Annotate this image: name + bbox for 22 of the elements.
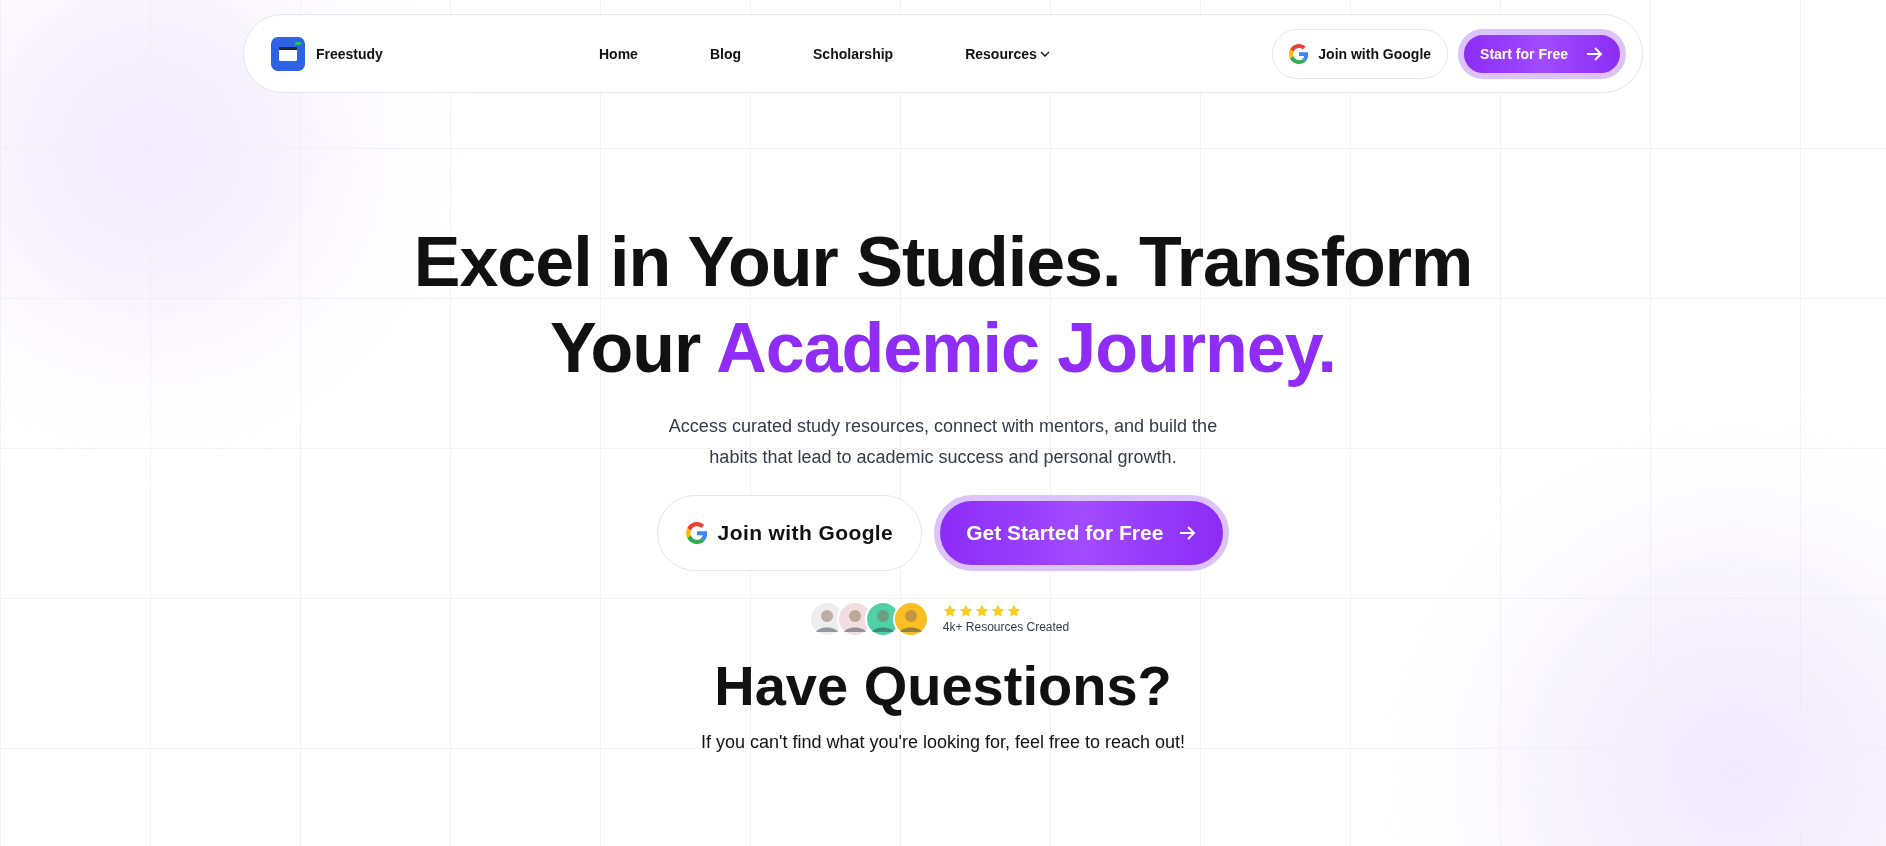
star-icon — [990, 604, 1005, 618]
google-icon — [1289, 43, 1310, 64]
nav-link[interactable]: Resources — [965, 45, 1050, 62]
star-icon — [1006, 604, 1021, 618]
star-icon — [942, 604, 957, 618]
nav-link[interactable]: Scholarship — [813, 45, 894, 62]
nav-link[interactable]: Home — [599, 45, 638, 62]
get-started-button[interactable]: Get Started for Free — [934, 495, 1230, 571]
google-sign-in-button[interactable]: Join with Google — [1272, 28, 1449, 79]
start-for-free-button[interactable]: Start for Free — [1458, 28, 1626, 79]
star-icon — [974, 604, 989, 618]
app-logo-icon[interactable] — [271, 36, 305, 71]
faq-description: If you can't find what you're looking for, feel free to reach out! — [700, 732, 1186, 753]
google-icon — [685, 522, 708, 544]
star-icon — [958, 604, 973, 618]
brand-name[interactable]: Freestudy — [316, 45, 383, 62]
faq-heading: Have Questions? — [714, 653, 1172, 718]
nav-link[interactable]: Blog — [709, 45, 741, 62]
google-sign-in-button[interactable]: Join with Google — [656, 495, 923, 571]
hero-heading: Excel in Your Studies. Transform Your Academic Journey. — [412, 222, 1474, 389]
hero-description: Access curated study resources, connect with mentors, and build the habits that lead to academic success and personal growth. — [667, 415, 1219, 469]
resources-count: 4k+ Resources Created — [942, 620, 1070, 634]
